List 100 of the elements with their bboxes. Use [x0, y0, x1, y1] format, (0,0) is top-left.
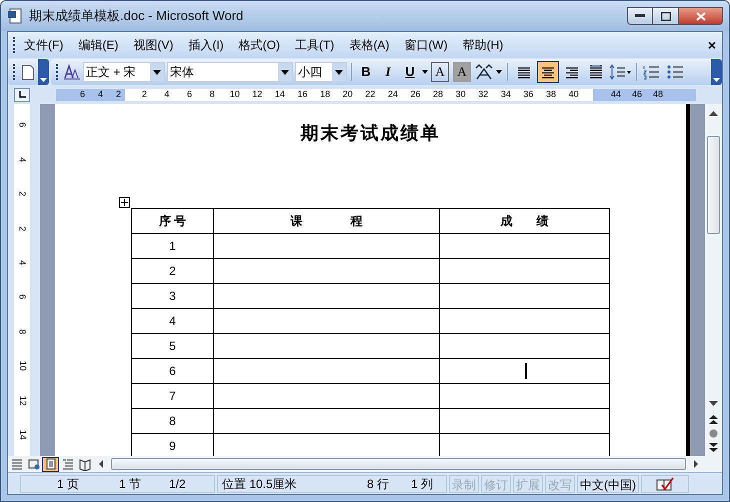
ruler-number: 32 [477, 88, 490, 102]
language-indicator: 中文(中国) [577, 474, 639, 492]
print-view-button[interactable] [42, 456, 59, 472]
ruler-number: 14 [274, 88, 286, 102]
italic-button[interactable]: I [379, 62, 397, 82]
menu-item[interactable]: 格式(O) [232, 36, 286, 54]
bold-button[interactable]: B [357, 62, 375, 82]
next-page-icon[interactable] [709, 443, 718, 452]
spelling-check-icon[interactable] [656, 476, 674, 490]
table-cell: 5 [132, 334, 214, 358]
dropdown-arrow-icon [496, 70, 502, 74]
menu-item[interactable]: 帮助(H) [456, 36, 510, 54]
menu-item[interactable]: 编辑(E) [72, 36, 124, 54]
ruler-number: 48 [652, 88, 663, 102]
scroll-down-icon[interactable] [709, 401, 718, 407]
close-document-button[interactable]: × [708, 34, 716, 56]
table-cell: 4 [132, 308, 214, 334]
ruler-number: 44 [610, 88, 621, 102]
ruler-number: 24 [386, 88, 399, 102]
font-size-dropdown[interactable]: 小四 [295, 62, 347, 82]
ruler-number: 6 [16, 122, 29, 128]
align-center-button[interactable] [537, 61, 559, 83]
minimize-button[interactable] [627, 7, 653, 25]
ruler-number: 20 [342, 88, 354, 102]
ruler-number: 38 [545, 88, 558, 102]
menu-item[interactable]: 视图(V) [127, 36, 180, 54]
ruler-number: 12 [16, 395, 29, 406]
scroll-up-icon[interactable] [709, 110, 718, 116]
column-header: 成 绩 [440, 208, 610, 234]
cursor-position: 位置 10.5厘米 [222, 476, 298, 492]
ruler-number: 4 [16, 260, 29, 266]
ruler-number: 14 [16, 430, 29, 440]
document-title: 期末考试成绩单 [300, 122, 440, 145]
ruler-number: 6 [186, 88, 194, 102]
character-scaling-icon [474, 64, 494, 80]
ruler-number: 10 [228, 88, 241, 102]
ruler-number: 22 [364, 88, 376, 102]
tab-stop-button[interactable] [14, 88, 30, 102]
shade-button[interactable]: A [453, 62, 471, 82]
left-tab-icon [18, 91, 26, 99]
close-icon [696, 12, 706, 20]
ruler-number: 12 [251, 88, 264, 102]
column-header: 课 程 [214, 208, 440, 234]
line-number: 8 行 [367, 476, 390, 492]
ruler-number: 36 [522, 88, 534, 102]
ruler-number: 40 [568, 88, 580, 102]
table-cell: 2 [132, 258, 214, 284]
styles-icon [63, 64, 81, 80]
menu-item[interactable]: 工具(T) [288, 36, 340, 54]
window-title: 期末成绩单模板.doc - Microsoft Word [29, 7, 244, 26]
menu-item[interactable]: 插入(I) [182, 36, 230, 54]
table-move-handle-icon[interactable] [119, 197, 130, 208]
column-header: 序 号 [132, 208, 214, 234]
normal-view-icon [10, 457, 24, 471]
reading-view-icon [78, 457, 92, 471]
page-number: 1 页 [57, 476, 80, 492]
print-view-icon [44, 457, 58, 471]
toolbar-options-button[interactable] [38, 59, 49, 85]
align-center-icon [540, 65, 556, 79]
blank-page-icon [22, 64, 34, 80]
ruler-number: 4 [98, 88, 104, 102]
dropdown-arrow-icon [422, 70, 428, 74]
ruler-number: 2 [16, 191, 29, 196]
table-cell: 7 [132, 384, 214, 408]
ruler-number: 8 [208, 88, 216, 102]
ruler-number: 28 [432, 88, 444, 102]
ruler-number: 4 [163, 88, 170, 102]
border-button[interactable]: A [431, 62, 449, 82]
align-distribute-icon [588, 65, 604, 79]
font-dropdown[interactable]: 宋体 [167, 62, 293, 82]
column-number: 1 列 [411, 476, 434, 492]
style-dropdown[interactable]: 正文 + 宋 [83, 62, 165, 82]
bullet-list-icon [666, 64, 684, 80]
scroll-thumb[interactable] [707, 136, 720, 234]
ruler-number: 26 [409, 88, 422, 102]
select-browse-object-icon[interactable] [709, 429, 718, 438]
menu-item[interactable]: 窗口(W) [398, 36, 454, 54]
line-spacing-icon [609, 64, 631, 80]
align-right-icon [564, 65, 580, 79]
horizontal-scroll-thumb[interactable] [111, 458, 686, 470]
ruler-number: 18 [319, 88, 332, 102]
menu-item[interactable]: 表格(A) [343, 36, 396, 54]
maximize-icon [660, 12, 670, 20]
ruler-number: 2 [140, 88, 148, 102]
close-button[interactable] [679, 7, 723, 25]
previous-page-icon[interactable] [709, 415, 718, 424]
ruler-number: 10 [16, 360, 29, 371]
ruler-number: 8 [16, 329, 29, 334]
toolbar-options-button[interactable] [711, 59, 722, 85]
maximize-button[interactable] [653, 7, 679, 25]
minimize-icon [635, 14, 645, 18]
numbered-list-icon [642, 64, 660, 80]
menu-item[interactable]: 文件(F) [18, 36, 70, 54]
web-view-icon [26, 457, 40, 471]
ruler-number: 34 [500, 88, 512, 102]
ruler-number: 16 [296, 88, 308, 102]
align-justify-icon [516, 65, 532, 79]
underline-button[interactable]: U [401, 62, 419, 82]
chevron-down-icon [40, 76, 47, 82]
ruler-number: 4 [16, 157, 29, 162]
